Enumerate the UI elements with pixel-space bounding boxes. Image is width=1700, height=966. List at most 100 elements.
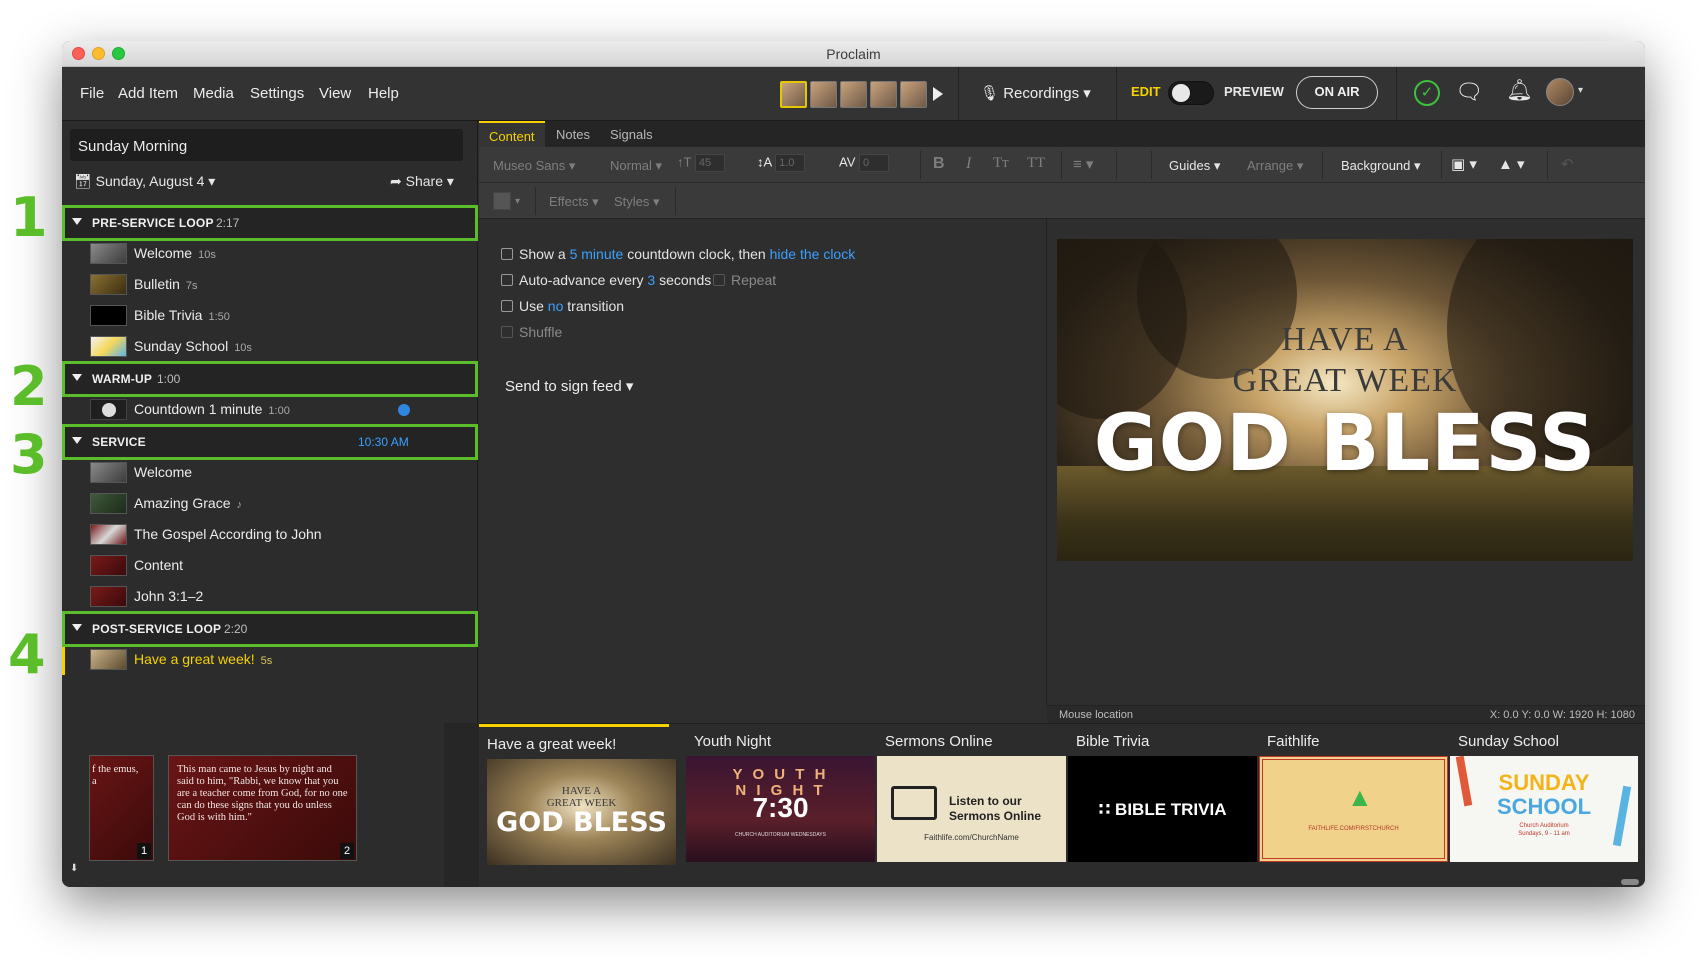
- all-caps-button[interactable]: TT: [1027, 155, 1045, 172]
- play-icon[interactable]: [933, 87, 943, 101]
- date-picker[interactable]: 📅︎ Sunday, August 4 ▾: [74, 173, 215, 190]
- service-sidebar: Sunday Morning 📅︎ Sunday, August 4 ▾ ➦ S…: [62, 121, 478, 723]
- arrange-menu[interactable]: Arrange ▾: [1247, 158, 1303, 174]
- guides-menu[interactable]: Guides ▾: [1169, 158, 1220, 174]
- shuffle-checkbox[interactable]: [501, 326, 513, 338]
- repeat-label: Repeat: [731, 272, 777, 288]
- background-menu[interactable]: Background ▾: [1341, 158, 1421, 174]
- bell-icon[interactable]: 🔔︎: [1506, 79, 1533, 103]
- slide-thumbnail: [90, 555, 127, 576]
- list-item[interactable]: Sunday School 10s: [62, 331, 478, 362]
- list-item[interactable]: Countdown 1 minute 1:00: [62, 394, 478, 425]
- tab-signals[interactable]: Signals: [600, 121, 663, 147]
- collaborator-avatar[interactable]: [870, 81, 897, 108]
- menu-settings[interactable]: Settings: [250, 85, 304, 102]
- countdown-duration-link[interactable]: 5 minute: [570, 246, 624, 262]
- menu-file[interactable]: File: [80, 85, 104, 102]
- list-item[interactable]: John 3:1–2: [62, 581, 478, 612]
- undo-icon[interactable]: ↶: [1561, 155, 1574, 173]
- auto-advance-checkbox[interactable]: [501, 274, 513, 286]
- share-label: Share: [405, 173, 443, 189]
- list-item[interactable]: Bible Trivia 1:50: [62, 300, 478, 331]
- verse-slide-thumbnail[interactable]: f the emus, a 1: [89, 755, 154, 861]
- divider: [535, 187, 536, 215]
- slide-canvas[interactable]: HAVE A GREAT WEEK GOD BLESS: [1057, 239, 1633, 561]
- item-title: Bible Trivia: [134, 307, 203, 323]
- collaborator-avatar[interactable]: [840, 81, 867, 108]
- tab-content[interactable]: Content: [479, 121, 545, 147]
- list-item[interactable]: The Gospel According to John: [62, 519, 478, 550]
- repeat-checkbox[interactable]: [713, 274, 725, 286]
- horizontal-scrollbar[interactable]: [1621, 879, 1639, 885]
- annotation-number: 4: [8, 623, 46, 686]
- menu-help[interactable]: Help: [368, 85, 399, 102]
- line-height-field[interactable]: ↕A 1.0: [757, 154, 806, 172]
- countdown-checkbox[interactable]: [501, 248, 513, 260]
- verse-slide-thumbnail[interactable]: This man came to Jesus by night and said…: [168, 755, 357, 861]
- tab-notes[interactable]: Notes: [546, 121, 600, 147]
- slide-text-line[interactable]: HAVE A: [1057, 321, 1633, 359]
- list-item[interactable]: Welcome 10s: [62, 238, 478, 269]
- repeat-option[interactable]: Repeat: [713, 272, 776, 288]
- shuffle-option[interactable]: Shuffle: [501, 324, 562, 340]
- text-box-icon[interactable]: ▣ ▾: [1451, 155, 1477, 173]
- divider: [1061, 151, 1062, 179]
- list-item-active[interactable]: Have a great week! 5s: [62, 644, 478, 675]
- list-item[interactable]: Amazing Grace ♪: [62, 488, 478, 519]
- menu-media[interactable]: Media: [193, 85, 234, 102]
- font-weight-select[interactable]: Normal ▾: [610, 158, 662, 174]
- list-item[interactable]: Bulletin 7s: [62, 269, 478, 300]
- styles-menu[interactable]: Styles ▾: [614, 194, 660, 210]
- item-label: Amazing Grace ♪: [134, 495, 242, 511]
- chevron-down-icon[interactable]: ▾: [515, 196, 520, 207]
- annotation-box: [62, 611, 478, 647]
- chevron-down-icon[interactable]: ▾: [1578, 85, 1583, 96]
- presentation-name-field[interactable]: Sunday Morning: [70, 129, 463, 161]
- auto-advance-option[interactable]: Auto-advance every 3 seconds: [501, 272, 711, 288]
- small-caps-button[interactable]: Tт: [993, 155, 1009, 172]
- slide-text-line[interactable]: GREAT WEEK: [1057, 362, 1633, 400]
- collaborator-avatar[interactable]: [900, 81, 927, 108]
- letter-spacing-field[interactable]: AV 0: [839, 154, 890, 172]
- status-check-icon[interactable]: ✓: [1414, 80, 1440, 106]
- share-button[interactable]: ➦ Share ▾: [390, 173, 454, 190]
- list-item[interactable]: Welcome: [62, 457, 478, 488]
- image-icon[interactable]: ▲ ▾: [1498, 155, 1525, 173]
- countdown-option[interactable]: Show a 5 minute countdown clock, then hi…: [501, 246, 855, 262]
- list-item[interactable]: Content: [62, 550, 478, 581]
- option-text: Show a: [519, 246, 566, 262]
- annotation-number: 2: [10, 355, 48, 418]
- send-to-sign-feed-menu[interactable]: Send to sign feed ▾: [505, 377, 633, 395]
- on-air-button[interactable]: ON AIR: [1296, 76, 1378, 109]
- divider: [1116, 151, 1117, 179]
- chat-icon[interactable]: 🗨︎: [1455, 79, 1483, 105]
- scroll-down-icon[interactable]: ⬇︎: [70, 863, 78, 874]
- font-size-field[interactable]: ↑T 45: [677, 154, 725, 172]
- slide-number: 2: [340, 843, 354, 859]
- thumb-text: Faithlife.com/ChurchName: [924, 833, 1019, 842]
- bold-button[interactable]: B: [933, 155, 945, 173]
- library-card[interactable]: Have a great week! HAVE A GREAT WEEK GOD…: [479, 724, 676, 865]
- user-avatar[interactable]: [1546, 78, 1574, 106]
- collaborator-avatar[interactable]: [780, 81, 807, 108]
- transition-option[interactable]: Use no transition: [501, 298, 624, 314]
- edit-preview-toggle[interactable]: [1168, 81, 1214, 105]
- mouse-location-label: Mouse location: [1059, 709, 1133, 721]
- recordings-menu[interactable]: 🎙︎ Recordings ▾: [980, 84, 1091, 102]
- slide-title-text[interactable]: GOD BLESS: [1057, 399, 1633, 489]
- countdown-end-link[interactable]: hide the clock: [770, 246, 856, 262]
- transition-type-link[interactable]: no: [548, 298, 564, 314]
- color-swatch[interactable]: [493, 192, 511, 210]
- transition-checkbox[interactable]: [501, 300, 513, 312]
- auto-advance-seconds-link[interactable]: 3: [647, 272, 655, 288]
- font-family-select[interactable]: Museo Sans ▾: [493, 158, 575, 174]
- effects-menu[interactable]: Effects ▾: [549, 194, 599, 210]
- menu-view[interactable]: View: [319, 85, 351, 102]
- background-label: Background: [1341, 158, 1411, 173]
- text-align-icon[interactable]: ≡ ▾: [1073, 155, 1093, 173]
- italic-button[interactable]: I: [966, 155, 971, 173]
- option-text: seconds: [659, 272, 712, 288]
- slide-number: 1: [137, 843, 151, 859]
- collaborator-avatar[interactable]: [810, 81, 837, 108]
- menu-add-item[interactable]: Add Item: [118, 85, 178, 102]
